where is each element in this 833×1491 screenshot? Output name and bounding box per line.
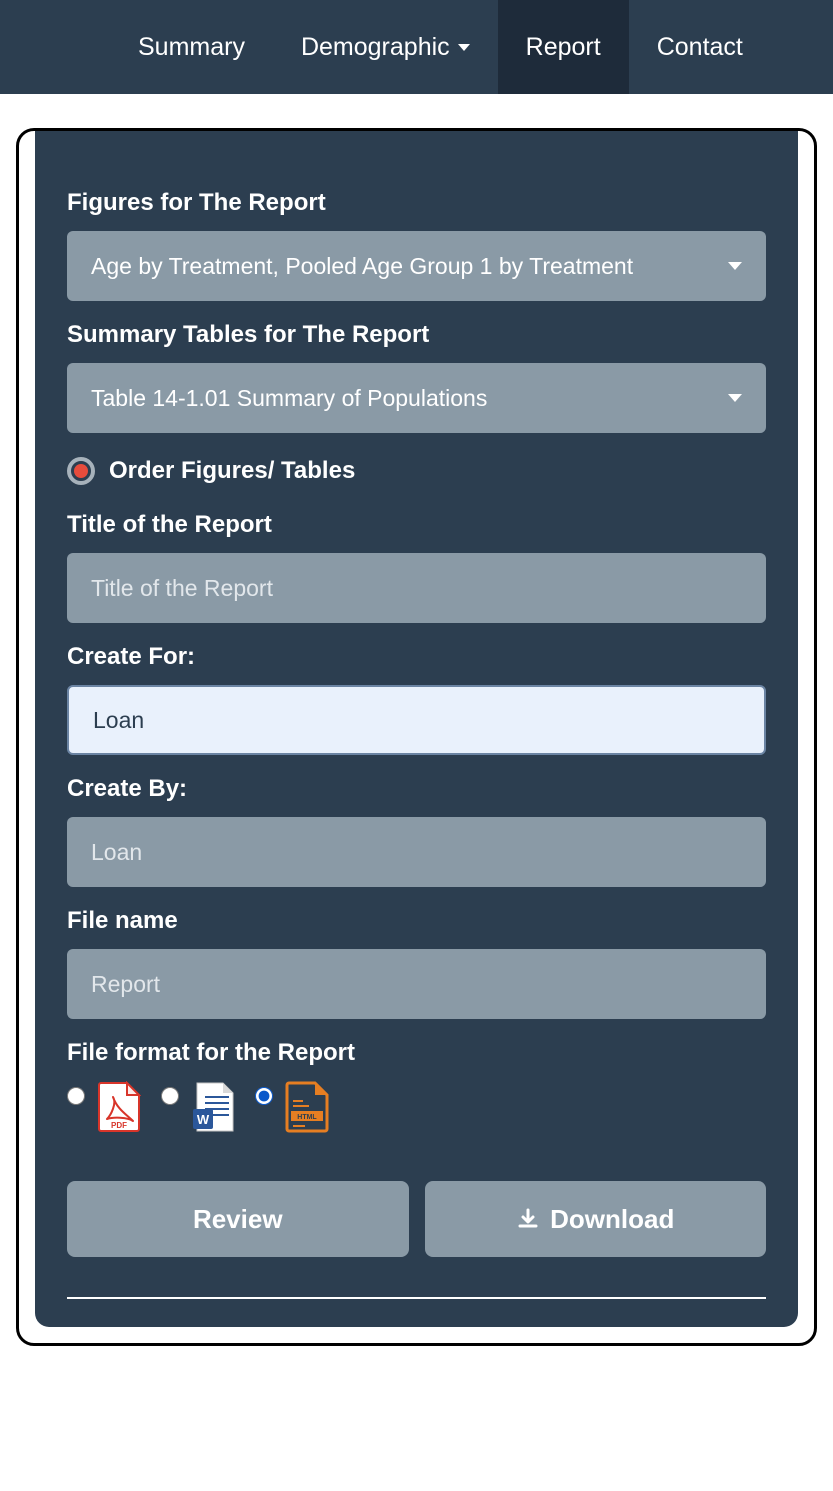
navbar: Summary Demographic Report Contact xyxy=(0,0,833,98)
word-icon-text: W xyxy=(197,1112,210,1127)
nav-tab-demographic[interactable]: Demographic xyxy=(273,0,498,94)
nav-tab-summary[interactable]: Summary xyxy=(110,0,273,94)
file-format-label: File format for the Report xyxy=(67,1039,766,1067)
figures-select[interactable]: Age by Treatment, Pooled Age Group 1 by … xyxy=(67,231,766,301)
order-figures-label: Order Figures/ Tables xyxy=(109,457,355,485)
action-buttons: Review Download xyxy=(67,1181,766,1257)
create-by-label: Create By: xyxy=(67,775,766,803)
caret-down-icon xyxy=(458,44,470,51)
divider xyxy=(67,1297,766,1299)
title-group: Title of the Report xyxy=(67,511,766,623)
download-button[interactable]: Download xyxy=(425,1181,767,1257)
review-button[interactable]: Review xyxy=(67,1181,409,1257)
create-for-input[interactable] xyxy=(67,685,766,755)
radio-dot-icon xyxy=(74,464,88,478)
pdf-file-icon: PDF xyxy=(97,1081,141,1133)
caret-down-icon xyxy=(728,262,742,270)
report-card-outer: Figures for The Report Age by Treatment,… xyxy=(16,128,817,1346)
order-figures-toggle[interactable]: Order Figures/ Tables xyxy=(67,457,766,485)
file-name-label: File name xyxy=(67,907,766,935)
title-label: Title of the Report xyxy=(67,511,766,539)
format-radio-pdf[interactable] xyxy=(67,1087,85,1105)
nav-tab-demographic-label: Demographic xyxy=(301,33,450,62)
create-for-label: Create For: xyxy=(67,643,766,671)
pdf-icon-text: PDF xyxy=(111,1121,127,1130)
format-radio-word[interactable] xyxy=(161,1087,179,1105)
figures-group: Figures for The Report Age by Treatment,… xyxy=(67,189,766,301)
download-icon xyxy=(516,1207,540,1231)
file-format-group: File format for the Report PDF xyxy=(67,1039,766,1133)
create-by-input[interactable] xyxy=(67,817,766,887)
format-option-word[interactable]: W xyxy=(161,1081,235,1133)
create-by-group: Create By: xyxy=(67,775,766,887)
file-name-group: File name xyxy=(67,907,766,1019)
radio-ring-icon xyxy=(67,457,95,485)
file-name-input[interactable] xyxy=(67,949,766,1019)
html-icon-text: HTML xyxy=(297,1114,317,1121)
report-card: Figures for The Report Age by Treatment,… xyxy=(35,131,798,1327)
format-radio-html[interactable] xyxy=(255,1087,273,1105)
tables-select[interactable]: Table 14-1.01 Summary of Populations xyxy=(67,363,766,433)
download-button-label: Download xyxy=(550,1204,674,1235)
nav-tab-contact[interactable]: Contact xyxy=(629,0,771,94)
figures-select-value: Age by Treatment, Pooled Age Group 1 by … xyxy=(91,253,633,280)
figures-label: Figures for The Report xyxy=(67,189,766,217)
nav-tab-report[interactable]: Report xyxy=(498,0,629,94)
caret-down-icon xyxy=(728,394,742,402)
format-option-pdf[interactable]: PDF xyxy=(67,1081,141,1133)
word-file-icon: W xyxy=(191,1081,235,1133)
format-option-html[interactable]: HTML xyxy=(255,1081,329,1133)
file-format-options: PDF W xyxy=(67,1081,766,1133)
title-input[interactable] xyxy=(67,553,766,623)
html-file-icon: HTML xyxy=(285,1081,329,1133)
create-for-group: Create For: xyxy=(67,643,766,755)
tables-label: Summary Tables for The Report xyxy=(67,321,766,349)
tables-select-value: Table 14-1.01 Summary of Populations xyxy=(91,385,487,412)
tables-group: Summary Tables for The Report Table 14-1… xyxy=(67,321,766,433)
